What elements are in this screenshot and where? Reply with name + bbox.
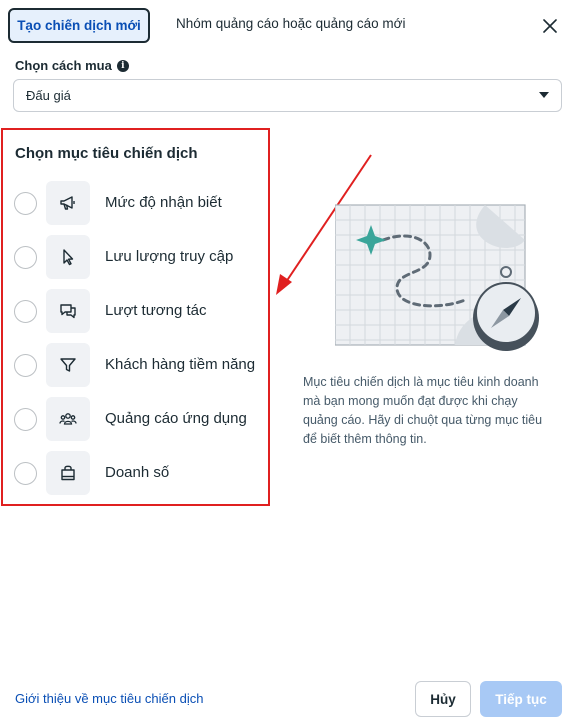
cancel-button[interactable]: Hủy bbox=[415, 681, 471, 717]
map-compass-illustration bbox=[335, 204, 539, 351]
objective-item-awareness[interactable]: Mức độ nhận biết bbox=[12, 181, 267, 227]
caret-down-icon bbox=[539, 92, 549, 98]
objective-description: Mục tiêu chiến dịch là mục tiêu kinh doa… bbox=[303, 375, 543, 446]
objective-label: Lượt tương tác bbox=[105, 302, 207, 319]
objective-label: Khách hàng tiềm năng bbox=[105, 356, 256, 373]
objective-label: Lưu lượng truy cập bbox=[105, 248, 234, 265]
chat-bubbles-icon bbox=[46, 289, 90, 333]
people-group-icon bbox=[46, 397, 90, 441]
dialog-header: Tạo chiến dịch mới Nhóm quảng cáo hoặc q… bbox=[0, 0, 583, 52]
radio-button[interactable] bbox=[14, 354, 37, 377]
objective-label: Doanh số bbox=[105, 464, 170, 481]
objective-item-traffic[interactable]: Lưu lượng truy cập bbox=[12, 235, 267, 281]
radio-button[interactable] bbox=[14, 192, 37, 215]
buying-type-value: Đấu giá bbox=[26, 88, 71, 103]
objective-label: Quảng cáo ứng dụng bbox=[105, 410, 247, 427]
radio-button[interactable] bbox=[14, 408, 37, 431]
radio-button[interactable] bbox=[14, 246, 37, 269]
buying-type-label-text: Chọn cách mua bbox=[15, 58, 112, 73]
megaphone-icon bbox=[46, 181, 90, 225]
radio-button[interactable] bbox=[14, 462, 37, 485]
objective-label: Mức độ nhận biết bbox=[105, 194, 222, 211]
buying-type-label: Chọn cách mua i bbox=[15, 58, 129, 73]
objective-item-leads[interactable]: Khách hàng tiềm năng bbox=[12, 343, 267, 389]
objective-item-engagement[interactable]: Lượt tương tác bbox=[12, 289, 267, 335]
close-icon[interactable] bbox=[540, 16, 560, 36]
tab-new-campaign[interactable]: Tạo chiến dịch mới bbox=[8, 8, 150, 43]
info-icon[interactable]: i bbox=[116, 59, 129, 72]
about-objectives-link[interactable]: Giới thiệu về mục tiêu chiến dịch bbox=[15, 691, 203, 706]
funnel-icon bbox=[46, 343, 90, 387]
tab-new-adset-or-ad[interactable]: Nhóm quảng cáo hoặc quảng cáo mới bbox=[176, 16, 406, 31]
continue-button[interactable]: Tiếp tục bbox=[480, 681, 562, 717]
buying-type-select[interactable]: Đấu giá bbox=[13, 79, 562, 112]
shopping-bag-icon bbox=[46, 451, 90, 495]
objective-section-title: Chọn mục tiêu chiến dịch bbox=[15, 145, 198, 162]
cursor-icon bbox=[46, 235, 90, 279]
radio-button[interactable] bbox=[14, 300, 37, 323]
objective-item-sales[interactable]: Doanh số bbox=[12, 451, 267, 497]
objective-item-app-promotion[interactable]: Quảng cáo ứng dụng bbox=[12, 397, 267, 443]
